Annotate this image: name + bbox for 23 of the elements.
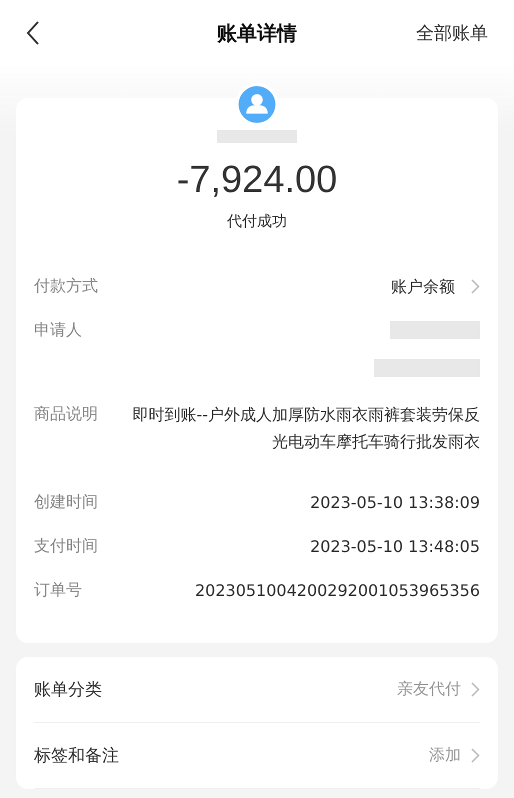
detail-label: 订单号 [34,579,82,601]
option-value: 添加 [429,745,461,766]
detail-label: 创建时间 [34,491,98,513]
detail-value: 2023-05-10 13:38:09 [310,492,480,514]
option-label[interactable]: 账单分类 [34,678,102,701]
option-label[interactable]: 标签和备注 [34,744,119,767]
detail-value: 2023051004200292001053965356 [194,580,480,602]
detail-label: 商品说明 [34,403,98,425]
amount: -7,924.00 [176,159,338,202]
chevron-icon [471,682,480,697]
all-bills-link[interactable]: 全部账单 [416,21,488,45]
option-value: 亲友代付 [397,679,461,700]
detail-value: 即时到账--户外成人加厚防水雨衣雨裤套装劳保反光电动车摩托车骑行批发雨衣 [131,404,480,453]
detail-value: 2023-05-10 13:48:05 [310,536,480,558]
page-title: 账单详情 [217,20,297,46]
detail-label: 付款方式 [34,275,98,297]
detail-label: 支付时间 [34,535,98,557]
detail-label: 申请人 [34,319,82,341]
detail-link[interactable]: 账户余额 [391,273,455,300]
payment-status: 代付成功 [227,212,287,231]
chevron-icon [471,279,480,294]
back-icon[interactable] [26,21,40,45]
chevron-icon [471,748,480,763]
